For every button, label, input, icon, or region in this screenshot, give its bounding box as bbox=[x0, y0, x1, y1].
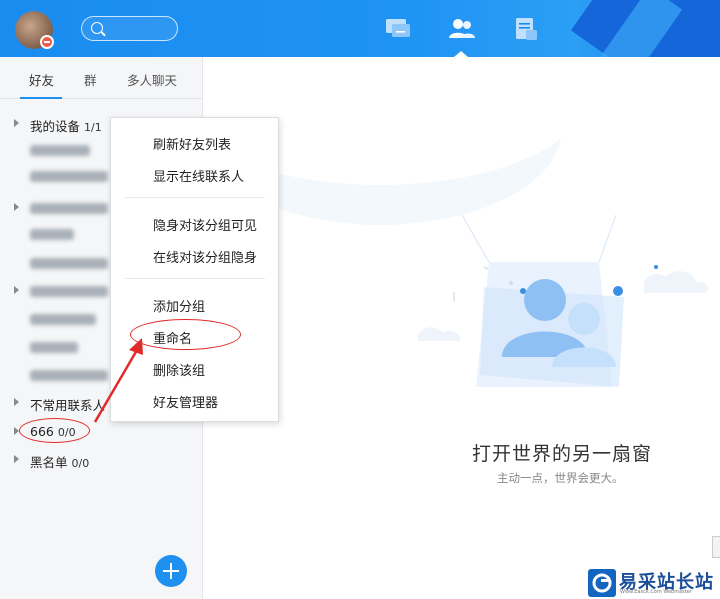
title-bar bbox=[0, 0, 720, 57]
blurred-text bbox=[30, 370, 108, 381]
annotation-ellipse-rename bbox=[130, 319, 241, 350]
menu-item-show-online[interactable]: 显示在线联系人 bbox=[153, 166, 244, 185]
blurred-text bbox=[30, 258, 108, 269]
menu-item-delete-group[interactable]: 删除该组 bbox=[153, 360, 205, 379]
blurred-text bbox=[30, 171, 108, 182]
expand-arrow-icon[interactable] bbox=[14, 119, 19, 127]
tab-contacts[interactable] bbox=[447, 16, 477, 42]
group-label: 我的设备 1/1 bbox=[30, 119, 102, 134]
expand-arrow-icon[interactable] bbox=[14, 286, 19, 294]
blurred-text bbox=[30, 203, 108, 214]
watermark-subtext: Www.Easck.Com Webmaster bbox=[620, 589, 692, 595]
welcome-illustration bbox=[204, 57, 709, 387]
menu-item-friend-manager[interactable]: 好友管理器 bbox=[153, 392, 218, 411]
tab-underline bbox=[20, 97, 62, 99]
menu-separator bbox=[125, 278, 265, 279]
context-menu: 刷新好友列表 显示在线联系人 隐身对该分组可见 在线对该分组隐身 添加分组 重命… bbox=[110, 117, 279, 422]
blurred-text bbox=[30, 229, 74, 240]
group-row[interactable]: 黑名单 0/0 bbox=[0, 447, 203, 473]
search-icon bbox=[91, 22, 103, 34]
tab-space[interactable] bbox=[512, 16, 542, 42]
expand-arrow-icon[interactable] bbox=[14, 398, 19, 406]
contact-tabs: 好友 群 多人聊天 bbox=[0, 57, 203, 99]
tab-messages[interactable] bbox=[383, 16, 413, 42]
menu-separator bbox=[125, 197, 265, 198]
menu-item-invisible-visible-to-group[interactable]: 隐身对该分组可见 bbox=[153, 215, 257, 234]
group-label: 不常用联系人 bbox=[30, 398, 106, 413]
expand-arrow-icon[interactable] bbox=[14, 455, 19, 463]
tab-groups[interactable]: 群 bbox=[84, 70, 97, 89]
tab-multi-chat[interactable]: 多人聊天 bbox=[127, 70, 177, 89]
menu-item-refresh-friends[interactable]: 刷新好友列表 bbox=[153, 134, 231, 153]
add-contact-button[interactable] bbox=[155, 555, 187, 587]
welcome-title: 打开世界的另一扇窗 bbox=[472, 443, 653, 465]
status-busy-icon[interactable] bbox=[40, 35, 54, 49]
group-label: 黑名单 0/0 bbox=[30, 455, 90, 470]
resize-handle[interactable] bbox=[712, 536, 720, 558]
watermark-logo-icon bbox=[588, 569, 616, 597]
welcome-subtitle: 主动一点，世界会更大。 bbox=[497, 471, 624, 485]
expand-arrow-icon[interactable] bbox=[14, 203, 19, 211]
blurred-text bbox=[30, 145, 90, 156]
message-icon bbox=[386, 19, 410, 37]
menu-item-add-group[interactable]: 添加分组 bbox=[153, 296, 205, 315]
main-panel: 打开世界的另一扇窗 主动一点，世界会更大。 bbox=[204, 57, 720, 599]
search-input[interactable] bbox=[81, 16, 178, 41]
blurred-text bbox=[30, 286, 108, 297]
watermark: 易采站长站 Www.Easck.Com Webmaster bbox=[586, 567, 720, 599]
tab-friends[interactable]: 好友 bbox=[29, 70, 54, 89]
blurred-text bbox=[30, 342, 78, 353]
annotation-ellipse-group bbox=[19, 418, 90, 443]
contacts-icon bbox=[449, 19, 475, 38]
space-icon bbox=[516, 18, 537, 40]
blurred-text bbox=[30, 314, 96, 325]
menu-item-online-hidden-from-group[interactable]: 在线对该分组隐身 bbox=[153, 247, 257, 266]
